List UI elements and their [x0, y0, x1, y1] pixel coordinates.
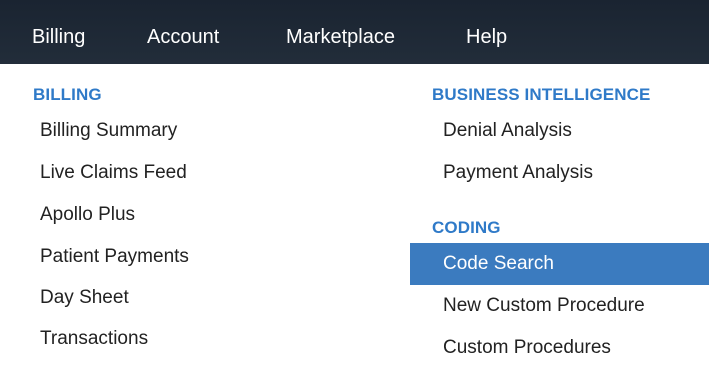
menu-item-live-claims-feed[interactable]: Live Claims Feed — [40, 152, 370, 194]
menu-item-billing-summary[interactable]: Billing Summary — [40, 110, 370, 152]
top-navbar: Billing Account Marketplace Help — [0, 0, 709, 64]
nav-help[interactable]: Help — [466, 0, 507, 64]
menu-item-day-sheet[interactable]: Day Sheet — [40, 277, 370, 319]
billing-heading: BILLING — [33, 85, 102, 104]
nav-marketplace[interactable]: Marketplace — [286, 0, 395, 64]
menu-item-code-search[interactable]: Code Search — [410, 243, 709, 285]
nav-billing[interactable]: Billing — [32, 0, 85, 64]
menu-item-denial-analysis[interactable]: Denial Analysis — [410, 110, 709, 152]
business-intelligence-heading: BUSINESS INTELLIGENCE — [432, 85, 651, 104]
menu-item-patient-payments[interactable]: Patient Payments — [40, 236, 370, 278]
coding-heading: CODING — [432, 218, 501, 237]
menu-item-custom-procedures[interactable]: Custom Procedures — [410, 327, 709, 369]
menu-item-new-custom-procedure[interactable]: New Custom Procedure — [410, 285, 709, 327]
nav-account[interactable]: Account — [147, 0, 219, 64]
menu-item-apollo-plus[interactable]: Apollo Plus — [40, 194, 370, 236]
dropdown-edge — [0, 64, 10, 358]
menu-item-payment-analysis[interactable]: Payment Analysis — [410, 152, 709, 194]
menu-item-transactions[interactable]: Transactions — [40, 318, 370, 360]
